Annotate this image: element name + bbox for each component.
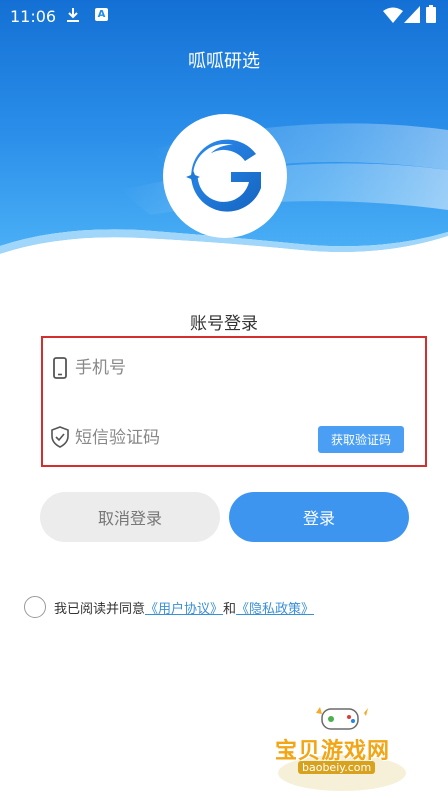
login-form: 获取验证码	[41, 336, 427, 467]
app-logo	[163, 114, 287, 238]
phone-icon	[53, 357, 67, 379]
agreement-conjunction: 和	[223, 602, 237, 617]
signal-icon	[404, 6, 420, 23]
phone-input[interactable]	[75, 354, 405, 382]
shield-check-icon	[51, 426, 69, 448]
cancel-login-button[interactable]: 取消登录	[40, 492, 220, 542]
login-button[interactable]: 登录	[229, 492, 409, 542]
app-title: 呱呱研选	[188, 51, 260, 72]
download-icon	[67, 8, 79, 22]
a-badge-icon: A	[95, 8, 108, 21]
header-banner: 11:06 A 呱呱研选	[0, 0, 448, 270]
gamepad-icon	[316, 707, 368, 730]
g-logo-icon	[186, 139, 261, 212]
privacy-policy-link[interactable]: 《隐私政策》	[236, 602, 314, 617]
login-title: 账号登录	[190, 314, 258, 334]
sms-code-input[interactable]	[75, 424, 305, 452]
watermark-domain: baobeiy.com	[298, 761, 376, 774]
agreement-text: 我已阅读并同意《用户协议》和《隐私政策》	[54, 598, 314, 617]
get-code-button[interactable]: 获取验证码	[318, 426, 404, 453]
battery-icon	[426, 5, 436, 23]
agree-radio[interactable]	[24, 596, 46, 618]
user-agreement-link[interactable]: 《用户协议》	[145, 602, 223, 617]
wifi-icon	[383, 7, 403, 23]
status-time: 11:06	[10, 7, 57, 26]
status-bar: 11:06 A	[0, 0, 448, 32]
agreement-prefix: 我已阅读并同意	[54, 602, 146, 617]
